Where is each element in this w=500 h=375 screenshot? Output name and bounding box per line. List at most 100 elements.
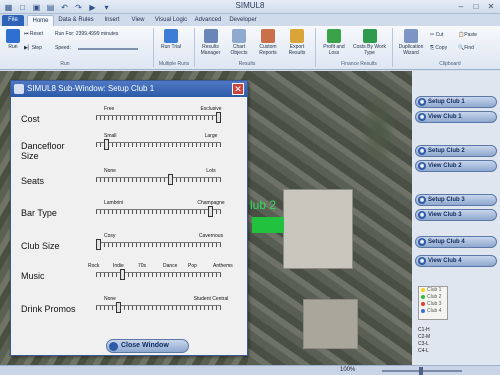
run-trial-button[interactable]: Run Trial bbox=[161, 29, 181, 50]
open-icon[interactable]: ▣ bbox=[31, 2, 42, 13]
app-menu-icon[interactable]: ▦ bbox=[3, 2, 14, 13]
tick-label: Student Central bbox=[193, 296, 229, 302]
results-manager-label: Results Manager bbox=[200, 44, 221, 56]
copy-label: Copy bbox=[435, 45, 448, 51]
tick-label: Dance bbox=[163, 263, 178, 269]
tick-label: Lambrini bbox=[104, 200, 124, 206]
run-for-text[interactable]: Run For: 2399.4999 minutes bbox=[55, 31, 118, 38]
view-icon: ◉ bbox=[418, 113, 426, 121]
legend-swatch-icon bbox=[421, 294, 425, 299]
minimize-icon[interactable]: – bbox=[454, 1, 468, 12]
setting-slider-thumb[interactable] bbox=[116, 302, 122, 313]
view-club-1-label: View Club 1 bbox=[428, 114, 462, 120]
money-icon bbox=[327, 29, 341, 43]
undo-icon[interactable]: ↶ bbox=[59, 2, 70, 13]
tab-insert[interactable]: Insert bbox=[100, 15, 124, 26]
close-icon[interactable]: ✕ bbox=[232, 83, 244, 95]
title-bar: ▦ □ ▣ ▤ ↶ ↷ ▶ ▾ SIMUL8 – □ ✕ bbox=[0, 0, 500, 14]
building bbox=[303, 299, 358, 349]
zoom-slider-thumb[interactable] bbox=[419, 367, 423, 375]
setting-slider-thumb[interactable] bbox=[207, 206, 213, 217]
paste-label: Paste bbox=[464, 32, 478, 38]
code-text: C4-L bbox=[418, 348, 429, 354]
costs-by-work-type-button[interactable]: Costs By Work Type bbox=[353, 29, 386, 56]
subwindow-title-bar[interactable]: SIMUL8 Sub-Window: Setup Club 1 bbox=[11, 81, 247, 97]
run-label: Run bbox=[8, 44, 18, 50]
tab-developer[interactable]: Developer bbox=[227, 15, 259, 26]
view-icon: ◉ bbox=[418, 162, 426, 170]
new-icon[interactable]: □ bbox=[17, 2, 28, 13]
results-manager-button[interactable]: Results Manager bbox=[198, 29, 223, 56]
costs-label: Costs By Work Type bbox=[353, 44, 386, 56]
tab-advanced[interactable]: Advanced bbox=[193, 15, 223, 26]
setup-club-4-button[interactable]: ◉ Setup Club 4 bbox=[415, 236, 497, 248]
tab-view[interactable]: View bbox=[128, 15, 148, 26]
setup-club-3-label: Setup Club 3 bbox=[428, 197, 465, 203]
find-button[interactable]: 🔍Find bbox=[458, 45, 474, 52]
setting-slider-track[interactable] bbox=[96, 115, 221, 120]
legend-swatch-icon bbox=[421, 301, 425, 306]
club-controls-panel: ◉ Setup Club 1 ◉ View Club 1 ◉ Setup Club 2… bbox=[412, 71, 500, 365]
run-icon[interactable]: ▶ bbox=[87, 2, 98, 13]
tab-data-rules[interactable]: Data & Rules bbox=[56, 15, 96, 26]
run-button[interactable]: Run bbox=[4, 29, 22, 50]
cut-button[interactable]: ✂ Cut bbox=[430, 32, 443, 39]
setting-slider-thumb[interactable] bbox=[168, 174, 173, 185]
legend-swatch-icon bbox=[421, 308, 425, 313]
speed-slider[interactable] bbox=[78, 48, 138, 50]
setup-club-1-button[interactable]: ◉ Setup Club 1 bbox=[415, 96, 497, 108]
custom-reports-button[interactable]: Custom Reports bbox=[256, 29, 280, 56]
club-2-marker[interactable] bbox=[252, 217, 284, 233]
ribbon: Run ⏮ Reset ▶▏Step Speed: Run For: 2399.… bbox=[0, 26, 500, 70]
code-text: C2-M bbox=[418, 334, 431, 340]
tab-visual-logic[interactable]: Visual Logic bbox=[152, 15, 190, 26]
setup-club-3-button[interactable]: ◉ Setup Club 3 bbox=[415, 194, 497, 206]
setting-slider-thumb[interactable] bbox=[96, 239, 101, 250]
run-trial-icon bbox=[164, 29, 178, 43]
customize-icon[interactable]: ▾ bbox=[101, 2, 112, 13]
close-icon[interactable]: ✕ bbox=[484, 1, 498, 12]
paste-button[interactable]: 📋Paste bbox=[458, 32, 477, 39]
tab-file[interactable]: File bbox=[2, 15, 24, 26]
setting-slider-track[interactable] bbox=[96, 242, 221, 247]
group-run-label: Run bbox=[60, 61, 70, 67]
setting-slider-track[interactable] bbox=[96, 209, 221, 214]
reset-label: Reset bbox=[29, 31, 43, 37]
separator bbox=[392, 28, 393, 67]
chart-objects-button[interactable]: Chart Objects bbox=[228, 29, 250, 56]
tab-home[interactable]: Home bbox=[27, 15, 54, 26]
view-club-3-button[interactable]: ◉ View Club 3 bbox=[415, 209, 497, 221]
play-icon bbox=[6, 29, 20, 43]
legend-label: Club 2 bbox=[427, 294, 442, 300]
setting-slider-track[interactable] bbox=[96, 177, 221, 182]
setting-slider-thumb[interactable] bbox=[216, 112, 221, 123]
view-icon: ◉ bbox=[418, 211, 426, 219]
setup-club-2-button[interactable]: ◉ Setup Club 2 bbox=[415, 145, 497, 157]
setup-club-subwindow: SIMUL8 Sub-Window: Setup Club 1 ✕ Cost Fr… bbox=[10, 80, 248, 356]
tick-label: Anthems bbox=[213, 263, 233, 269]
results-manager-icon bbox=[203, 29, 218, 43]
setting-slider-track[interactable] bbox=[96, 305, 221, 310]
simul8-icon bbox=[14, 84, 24, 94]
view-club-2-button[interactable]: ◉ View Club 2 bbox=[415, 160, 497, 172]
save-icon[interactable]: ▤ bbox=[45, 2, 56, 13]
profit-loss-button[interactable]: Profit and Loss bbox=[320, 29, 348, 56]
close-window-button[interactable]: Close Window bbox=[106, 339, 189, 353]
reset-button[interactable]: ⏮ Reset bbox=[24, 31, 43, 38]
view-club-1-button[interactable]: ◉ View Club 1 bbox=[415, 111, 497, 123]
setting-slider-thumb[interactable] bbox=[120, 269, 125, 280]
setting-slider-track[interactable] bbox=[96, 142, 221, 147]
setting-slider-thumb[interactable] bbox=[104, 139, 110, 150]
view-club-4-button[interactable]: ◉ View Club 4 bbox=[415, 255, 497, 267]
view-club-4-label: View Club 4 bbox=[428, 258, 462, 264]
duplication-wizard-button[interactable]: Duplication Wizard bbox=[396, 29, 426, 56]
step-button[interactable]: ▶▏Step bbox=[24, 45, 42, 52]
setting-slider-track[interactable] bbox=[96, 272, 221, 277]
export-results-button[interactable]: Export Results bbox=[286, 29, 308, 56]
club-legend: Club 1 Club 2 Club 3 Club 4 bbox=[418, 286, 448, 320]
copy-button[interactable]: ⎘ Copy bbox=[430, 45, 447, 52]
ribbon-tabs: File Home Data & Rules Insert View Visua… bbox=[0, 14, 500, 26]
maximize-icon[interactable]: □ bbox=[469, 1, 483, 12]
redo-icon[interactable]: ↷ bbox=[73, 2, 84, 13]
tick-label: Pop bbox=[188, 263, 197, 269]
